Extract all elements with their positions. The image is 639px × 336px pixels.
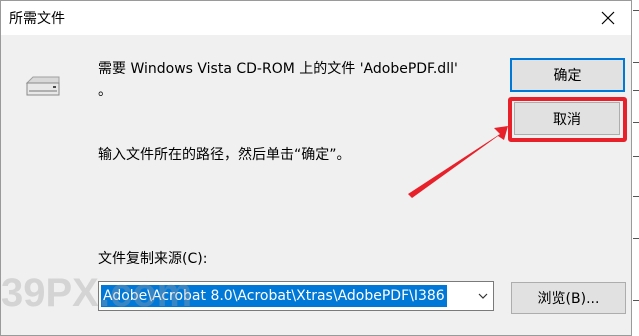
instruction-text: 输入文件所在的路径，然后单击“确定”。	[98, 147, 351, 163]
source-path-combobox[interactable]: Adobe\Acrobat 8.0\Acrobat\Xtras\AdobePDF…	[98, 281, 494, 311]
required-file-dialog: 所需文件 需要 Windows Vista CD-ROM 上的文件 'Adobe…	[0, 0, 632, 336]
dropdown-button[interactable]	[473, 282, 493, 310]
source-path-value[interactable]: Adobe\Acrobat 8.0\Acrobat\Xtras\AdobePDF…	[101, 285, 447, 307]
message-line-2: 。	[98, 83, 112, 99]
message-line-1: 需要 Windows Vista CD-ROM 上的文件 'AdobePDF.d…	[98, 61, 458, 77]
source-label: 文件复制来源(C):	[98, 251, 208, 267]
disk-drive-icon	[25, 76, 60, 96]
ok-button[interactable]: 确定	[510, 58, 625, 92]
chevron-down-icon	[478, 293, 488, 299]
dialog-title: 所需文件	[9, 11, 65, 27]
background-window-edge	[632, 0, 639, 336]
title-bar: 所需文件	[1, 1, 631, 35]
browse-button[interactable]: 浏览(B)...	[511, 282, 626, 314]
annotation-arrow	[408, 126, 508, 198]
close-button[interactable]	[585, 1, 631, 35]
close-icon	[601, 11, 615, 25]
highlight-box	[508, 97, 627, 142]
